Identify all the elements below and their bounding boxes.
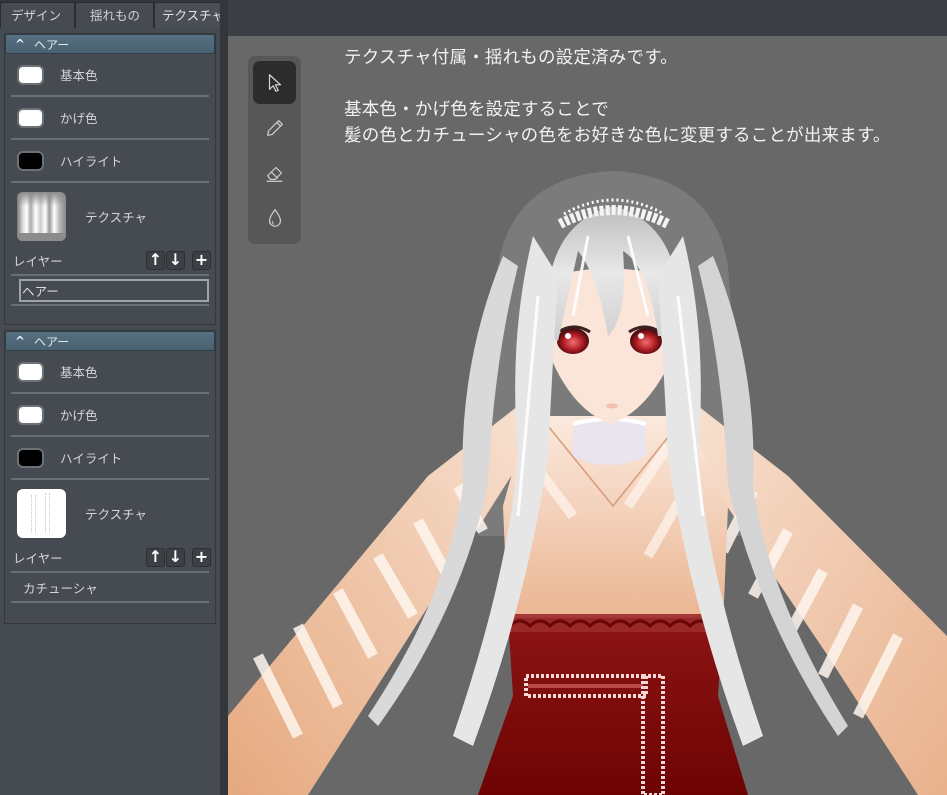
layer-add-button[interactable]: + <box>192 251 211 270</box>
chevron-up-icon[interactable]: ^ <box>6 334 34 348</box>
hair-panel: ^ ヘアー 基本色 かげ色 ハイライト テクスチャ レイヤー ↑ ↓ + <box>4 33 216 325</box>
highlight-color-label: ハイライト <box>60 451 123 466</box>
layer-item[interactable] <box>11 276 209 306</box>
highlight-color-swatch[interactable] <box>17 447 44 468</box>
layer-label: レイヤー <box>13 550 63 566</box>
sidebar: デザイン 揺れもの テクスチャ ^ ヘアー 基本色 かげ色 ハイライト テクスチ… <box>0 0 228 795</box>
shade-color-label: かげ色 <box>60 111 98 126</box>
chevron-up-icon[interactable]: ^ <box>6 37 34 51</box>
shade-color-row[interactable]: かげ色 <box>11 394 209 437</box>
layer-add-button[interactable]: + <box>192 548 211 567</box>
panel-title: ヘアー <box>34 37 70 52</box>
tab-physics[interactable]: 揺れもの <box>75 2 154 28</box>
panel-header[interactable]: ^ ヘアー <box>5 331 215 351</box>
layer-up-button[interactable]: ↑ <box>146 251 165 270</box>
panel-header[interactable]: ^ ヘアー <box>5 34 215 54</box>
tool-palette <box>248 56 301 244</box>
caption-line-3: 髪の色とカチューシャの色をお好きな色に変更することが出来ます。 <box>344 126 891 146</box>
layer-down-button[interactable]: ↓ <box>166 251 185 270</box>
texture-row[interactable]: テクスチャ <box>11 485 209 541</box>
eraser-tool[interactable] <box>253 151 296 194</box>
highlight-color-label: ハイライト <box>60 154 123 169</box>
layer-up-button[interactable]: ↑ <box>146 548 165 567</box>
model-viewport[interactable]: テクスチャ付属・揺れもの設定済みです。 基本色・かげ色を設定することで 髪の色と… <box>228 36 947 795</box>
texture-label: テクスチャ <box>85 506 148 522</box>
layer-name: カチューシャ <box>23 580 98 596</box>
left-eye <box>557 328 589 354</box>
base-color-label: 基本色 <box>60 68 98 83</box>
highlight-color-swatch[interactable] <box>17 150 44 171</box>
texture-label: テクスチャ <box>85 209 148 225</box>
tab-design[interactable]: デザイン <box>0 2 75 28</box>
layer-item[interactable]: カチューシャ <box>11 573 209 603</box>
tab-texture[interactable]: テクスチャ <box>154 2 226 28</box>
shade-color-label: かげ色 <box>60 408 98 423</box>
base-color-row[interactable]: 基本色 <box>11 351 209 394</box>
layer-label: レイヤー <box>13 253 63 269</box>
shade-color-row[interactable]: かげ色 <box>11 97 209 140</box>
highlight-color-row[interactable]: ハイライト <box>11 437 209 480</box>
caption-line-1: テクスチャ付属・揺れもの設定済みです。 <box>344 48 678 68</box>
fill-tool[interactable] <box>253 196 296 239</box>
caption-line-2: 基本色・かげ色を設定することで <box>344 100 609 120</box>
base-color-swatch[interactable] <box>17 64 44 85</box>
layer-controls: レイヤー ↑ ↓ + <box>11 246 211 276</box>
eraser-icon <box>266 166 282 182</box>
pencil-icon <box>266 119 283 136</box>
base-color-label: 基本色 <box>60 365 98 380</box>
texture-thumbnail[interactable] <box>17 191 66 241</box>
pen-tool[interactable] <box>253 106 296 149</box>
shade-color-swatch[interactable] <box>17 404 44 425</box>
layer-down-button[interactable]: ↓ <box>166 548 185 567</box>
viewport-header <box>228 0 947 36</box>
texture-row[interactable]: テクスチャ <box>11 188 209 244</box>
dress <box>478 618 748 795</box>
collar <box>573 421 646 465</box>
headband-panel: ^ ヘアー 基本色 かげ色 ハイライト テクスチャ レイヤー ↑ ↓ + カチュ… <box>4 330 216 624</box>
layer-name-input[interactable] <box>19 278 209 302</box>
layer-controls: レイヤー ↑ ↓ + <box>11 543 211 573</box>
cursor-arrow-icon <box>268 73 281 92</box>
droplet-icon <box>268 208 281 227</box>
highlight-color-row[interactable]: ハイライト <box>11 140 209 183</box>
panel-splitter[interactable] <box>220 0 228 795</box>
base-color-row[interactable]: 基本色 <box>11 54 209 97</box>
base-color-swatch[interactable] <box>17 361 44 382</box>
shade-color-swatch[interactable] <box>17 107 44 128</box>
panel-title: ヘアー <box>34 334 70 349</box>
texture-thumbnail[interactable] <box>17 488 66 538</box>
character-model <box>228 171 947 795</box>
tab-bar: デザイン 揺れもの テクスチャ <box>0 0 228 28</box>
select-tool[interactable] <box>253 61 296 104</box>
